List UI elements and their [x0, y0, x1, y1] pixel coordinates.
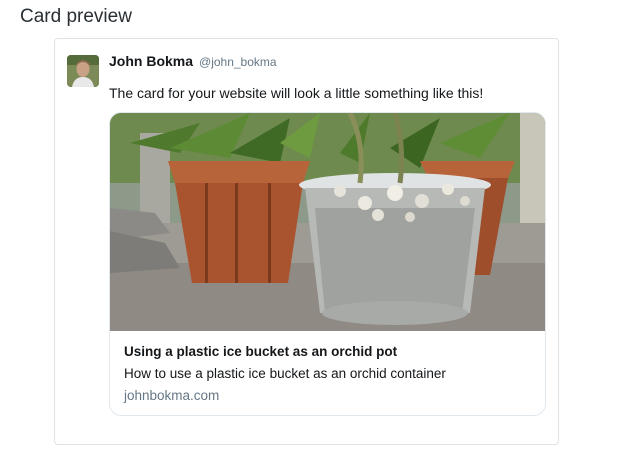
- tweet-preview: John Bokma @john_bokma The card for your…: [54, 38, 559, 445]
- card-image: [110, 113, 545, 331]
- avatar[interactable]: [67, 55, 99, 87]
- author-handle[interactable]: @john_bokma: [199, 55, 277, 69]
- card-title[interactable]: Using a plastic ice bucket as an orchid …: [124, 344, 531, 359]
- author-name[interactable]: John Bokma: [109, 53, 193, 69]
- website-card[interactable]: Using a plastic ice bucket as an orchid …: [109, 112, 546, 416]
- tweet-text: The card for your website will look a li…: [109, 85, 484, 101]
- author-line: John Bokma @john_bokma: [109, 53, 277, 69]
- card-domain[interactable]: johnbokma.com: [124, 388, 531, 403]
- card-description: How to use a plastic ice bucket as an or…: [124, 366, 446, 381]
- page-title: Card preview: [20, 6, 132, 27]
